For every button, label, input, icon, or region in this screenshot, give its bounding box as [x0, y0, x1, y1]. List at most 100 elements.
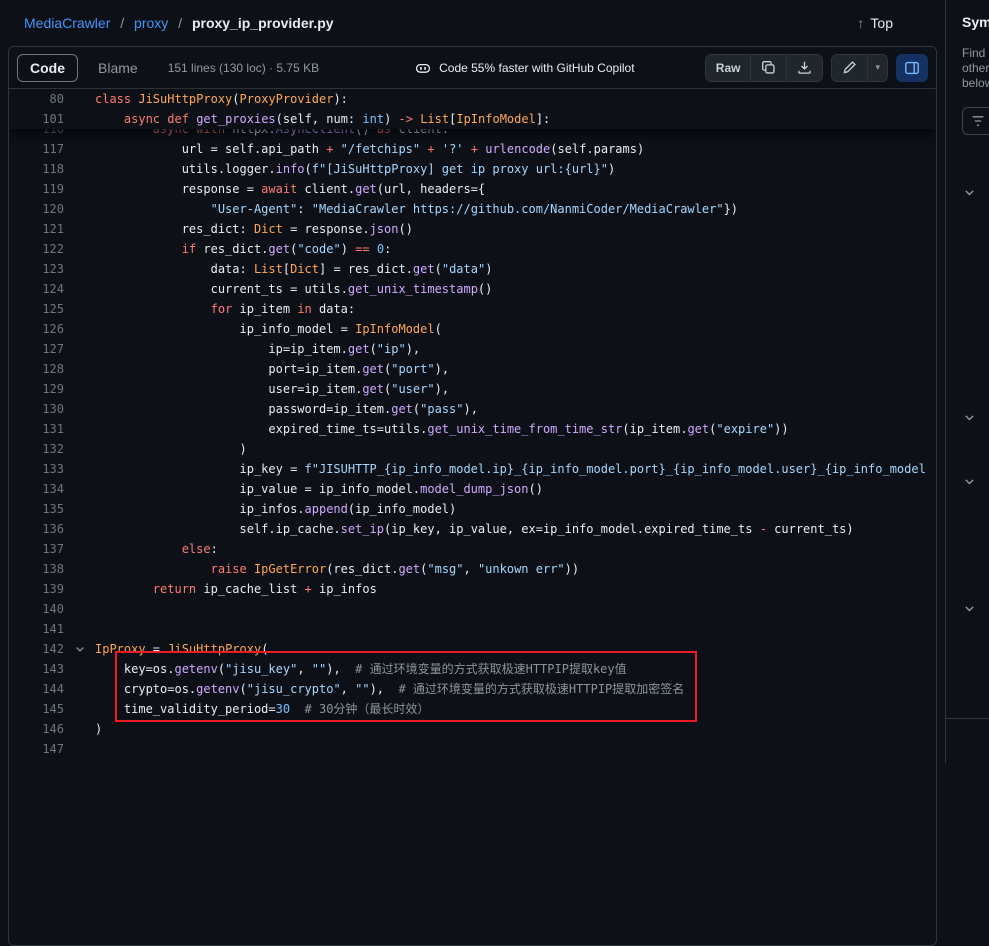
line-number[interactable]: 134	[9, 479, 64, 499]
raw-button[interactable]: Raw	[706, 55, 751, 81]
symbol-collapse-chevron-icon[interactable]	[963, 475, 976, 488]
symbol-collapse-chevron-icon[interactable]	[963, 602, 976, 615]
breadcrumb: MediaCrawler / proxy / proxy_ip_provider…	[0, 0, 945, 46]
expander-gutter	[64, 259, 95, 279]
code-text: res_dict: Dict = response.json()	[95, 219, 936, 239]
line-number[interactable]: 142	[9, 639, 64, 659]
tab-blame[interactable]: Blame	[86, 54, 150, 82]
line-number[interactable]: 122	[9, 239, 64, 259]
line-number[interactable]: 101	[9, 109, 64, 129]
symbol-collapse-chevron-icon[interactable]	[963, 186, 976, 199]
expander-gutter	[64, 719, 95, 739]
code-text: expired_time_ts=utils.get_unix_time_from…	[95, 419, 936, 439]
line-number[interactable]: 138	[9, 559, 64, 579]
code-line: 118 utils.logger.info(f"[JiSuHttpProxy] …	[9, 159, 936, 179]
line-number[interactable]: 123	[9, 259, 64, 279]
expander-gutter	[64, 619, 95, 639]
file-view: MediaCrawler / proxy / proxy_ip_provider…	[0, 0, 945, 763]
line-number[interactable]: 129	[9, 379, 64, 399]
filter-symbols-input[interactable]	[962, 107, 989, 135]
line-number[interactable]: 124	[9, 279, 64, 299]
line-number[interactable]: 119	[9, 179, 64, 199]
symbols-desc-line: Find	[962, 46, 989, 61]
line-number[interactable]: 145	[9, 699, 64, 719]
expander-gutter	[64, 279, 95, 299]
breadcrumb-folder-link[interactable]: proxy	[134, 15, 168, 31]
line-number[interactable]: 120	[9, 199, 64, 219]
code-text: password=ip_item.get("pass"),	[95, 399, 936, 419]
copilot-banner-text: Code 55% faster with GitHub Copilot	[439, 61, 634, 75]
line-number[interactable]: 131	[9, 419, 64, 439]
download-raw-button[interactable]	[787, 55, 822, 81]
line-number[interactable]: 139	[9, 579, 64, 599]
code-text: port=ip_item.get("port"),	[95, 359, 936, 379]
panel-divider	[946, 718, 989, 719]
code-line: 132 )	[9, 439, 936, 459]
code-text: url = self.api_path + "/fetchips" + '?' …	[95, 139, 936, 159]
line-number[interactable]: 141	[9, 619, 64, 639]
expander-gutter	[64, 359, 95, 379]
expander-gutter	[64, 499, 95, 519]
code-line: 123 data: List[Dict] = res_dict.get("dat…	[9, 259, 936, 279]
line-number[interactable]: 128	[9, 359, 64, 379]
line-number[interactable]: 80	[9, 89, 64, 109]
expander-gutter	[64, 339, 95, 359]
expander-gutter	[64, 459, 95, 479]
raw-button-group: Raw	[705, 54, 824, 82]
code-text: ip_infos.append(ip_info_model)	[95, 499, 936, 519]
line-number[interactable]: 133	[9, 459, 64, 479]
code-line: 139 return ip_cache_list + ip_infos	[9, 579, 936, 599]
symbols-panel-icon	[904, 60, 920, 76]
back-to-top-button[interactable]: ↑ Top	[857, 15, 893, 31]
line-number[interactable]: 144	[9, 679, 64, 699]
expander-gutter	[64, 739, 95, 759]
edit-button-group: ▾	[831, 54, 888, 82]
code-text	[95, 739, 936, 759]
line-number[interactable]: 137	[9, 539, 64, 559]
expander-gutter	[64, 679, 95, 699]
edit-file-button[interactable]	[832, 55, 867, 81]
expander-gutter	[64, 419, 95, 439]
symbols-panel-title: Symbols	[962, 14, 989, 30]
download-icon	[797, 60, 812, 75]
code-viewer: 80class JiSuHttpProxy(ProxyProvider):101…	[9, 89, 936, 759]
breadcrumb-repo-link[interactable]: MediaCrawler	[24, 15, 110, 31]
expander-gutter	[64, 179, 95, 199]
file-info: 151 lines (130 loc) · 5.75 KB	[168, 61, 319, 75]
code-text: current_ts = utils.get_unix_timestamp()	[95, 279, 936, 299]
symbol-collapse-chevron-icon[interactable]	[963, 411, 976, 424]
line-number[interactable]: 140	[9, 599, 64, 619]
line-number[interactable]: 147	[9, 739, 64, 759]
line-number[interactable]: 117	[9, 139, 64, 159]
expander-gutter	[64, 519, 95, 539]
code-text: if res_dict.get("code") == 0:	[95, 239, 936, 259]
file-toolbar: Code Blame 151 lines (130 loc) · 5.75 KB…	[9, 47, 936, 89]
code-text: user=ip_item.get("user"),	[95, 379, 936, 399]
code-text: self.ip_cache.set_ip(ip_key, ip_value, e…	[95, 519, 936, 539]
tab-code[interactable]: Code	[17, 54, 78, 82]
line-number[interactable]: 130	[9, 399, 64, 419]
line-number[interactable]: 136	[9, 519, 64, 539]
code-line: 120 "User-Agent": "MediaCrawler https://…	[9, 199, 936, 219]
copy-raw-button[interactable]	[751, 55, 786, 81]
breadcrumb-file-name: proxy_ip_provider.py	[192, 15, 334, 31]
line-number[interactable]: 146	[9, 719, 64, 739]
line-number[interactable]: 118	[9, 159, 64, 179]
line-number[interactable]: 126	[9, 319, 64, 339]
edit-dropdown-button[interactable]: ▾	[868, 55, 887, 81]
expander-gutter	[64, 109, 95, 129]
line-number[interactable]: 121	[9, 219, 64, 239]
code-line: 127 ip=ip_item.get("ip"),	[9, 339, 936, 359]
line-number[interactable]: 135	[9, 499, 64, 519]
symbols-desc-line: below	[962, 76, 989, 91]
symbols-panel-toggle-button[interactable]	[896, 54, 928, 82]
line-number[interactable]: 143	[9, 659, 64, 679]
code-text: )	[95, 719, 936, 739]
copilot-banner[interactable]: Code 55% faster with GitHub Copilot	[415, 60, 634, 76]
collapse-chevron-icon[interactable]	[64, 639, 95, 659]
line-number[interactable]: 125	[9, 299, 64, 319]
line-number[interactable]: 127	[9, 339, 64, 359]
code-text: "User-Agent": "MediaCrawler https://gith…	[95, 199, 936, 219]
line-number[interactable]: 132	[9, 439, 64, 459]
breadcrumb-separator: /	[178, 15, 182, 31]
